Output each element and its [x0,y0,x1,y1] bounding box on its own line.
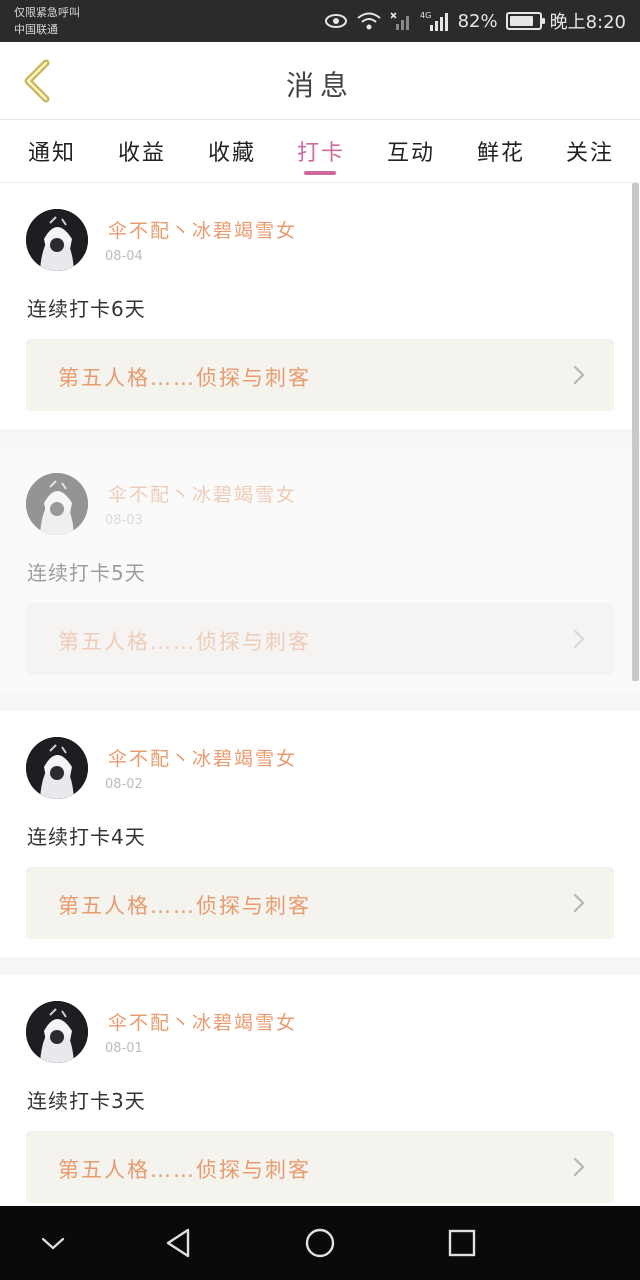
avatar[interactable] [26,473,88,535]
battery-percent: 82% [457,10,498,32]
carrier-emergency-label: 仅限紧急呼叫 [14,6,80,19]
battery-icon [505,12,545,30]
wifi-icon [356,11,382,31]
svg-text:4G: 4G [420,11,431,20]
system-nav-bar [0,1206,640,1280]
avatar[interactable] [26,737,88,799]
username[interactable]: 伞不配丶冰碧竭雪女 [108,216,297,243]
tab-bar: 通知 收益 收藏 打卡 互动 鲜花 关注 [0,121,640,183]
topic-link[interactable]: 第五人格……侦探与刺客 [26,867,614,939]
checkin-feed[interactable]: 伞不配丶冰碧竭雪女 08-04 连续打卡6天 第五人格……侦探与刺客 伞不配丶冰… [0,183,640,1206]
checkin-card: 伞不配丶冰碧竭雪女 08-03 连续打卡5天 第五人格……侦探与刺客 [0,447,640,693]
checkin-card: 伞不配丶冰碧竭雪女 08-01 连续打卡3天 第五人格……侦探与刺客 [0,975,640,1206]
avatar[interactable] [26,1001,88,1063]
chevron-right-icon [573,365,585,385]
checkin-card: 伞不配丶冰碧竭雪女 08-02 连续打卡4天 第五人格……侦探与刺客 [0,711,640,957]
active-tab-indicator [304,171,336,175]
nav-recents-icon [448,1229,476,1257]
topic-link[interactable]: 第五人格……侦探与刺客 [26,1131,614,1203]
nav-back-icon [166,1228,190,1258]
post-date: 08-03 [105,513,143,528]
checkin-message: 连续打卡6天 [27,297,146,321]
tab-checkin[interactable]: 打卡 [291,135,351,167]
checkin-message: 连续打卡3天 [27,1089,146,1113]
chevron-right-icon [573,893,585,913]
scrollbar[interactable] [632,183,639,681]
checkin-message: 连续打卡4天 [27,825,146,849]
top-app-bar: 消息 [0,42,640,120]
eye-comfort-icon [324,13,348,29]
topic-title: 第五人格……侦探与刺客 [58,630,311,654]
nav-home-icon [305,1228,335,1258]
signal-4g-icon: 4G [420,10,450,32]
chevron-right-icon [573,629,585,649]
avatar[interactable] [26,209,88,271]
tab-notifications[interactable]: 通知 [22,135,82,167]
tab-earnings[interactable]: 收益 [112,135,172,167]
nav-back-button[interactable] [155,1220,201,1266]
tab-following[interactable]: 关注 [560,135,620,167]
carrier-info: 仅限紧急呼叫 中国联通 [14,4,80,38]
username[interactable]: 伞不配丶冰碧竭雪女 [108,744,297,771]
post-date: 08-02 [105,777,143,792]
nav-recents-button[interactable] [439,1220,485,1266]
checkin-message: 连续打卡5天 [27,561,146,585]
post-date: 08-04 [105,249,143,264]
clock: 晚上8:20 [549,12,626,33]
tab-flowers[interactable]: 鲜花 [471,135,531,167]
nav-home-button[interactable] [297,1220,343,1266]
topic-title: 第五人格……侦探与刺客 [58,1158,311,1182]
topic-title: 第五人格……侦探与刺客 [58,366,311,390]
topic-title: 第五人格……侦探与刺客 [58,894,311,918]
nav-collapse-button[interactable] [30,1220,76,1266]
tab-interactions[interactable]: 互动 [381,135,441,167]
carrier-name: 中国联通 [14,23,58,36]
username[interactable]: 伞不配丶冰碧竭雪女 [108,480,297,507]
topic-link[interactable]: 第五人格……侦探与刺客 [26,603,614,675]
battery-level [509,16,533,26]
status-icons: 4G 82% 晚上8:20 [324,0,626,42]
chevron-right-icon [573,1157,585,1177]
post-date: 08-01 [105,1041,143,1056]
tab-favorites[interactable]: 收藏 [202,135,262,167]
nav-down-icon [41,1237,65,1250]
page-title: 消息 [285,69,354,102]
topic-link[interactable]: 第五人格……侦探与刺客 [26,339,614,411]
no-signal-icon [389,11,412,31]
checkin-card: 伞不配丶冰碧竭雪女 08-04 连续打卡6天 第五人格……侦探与刺客 [0,183,640,429]
status-bar: 仅限紧急呼叫 中国联通 4G 82% 晚上8:20 [0,0,640,42]
username[interactable]: 伞不配丶冰碧竭雪女 [108,1008,297,1035]
